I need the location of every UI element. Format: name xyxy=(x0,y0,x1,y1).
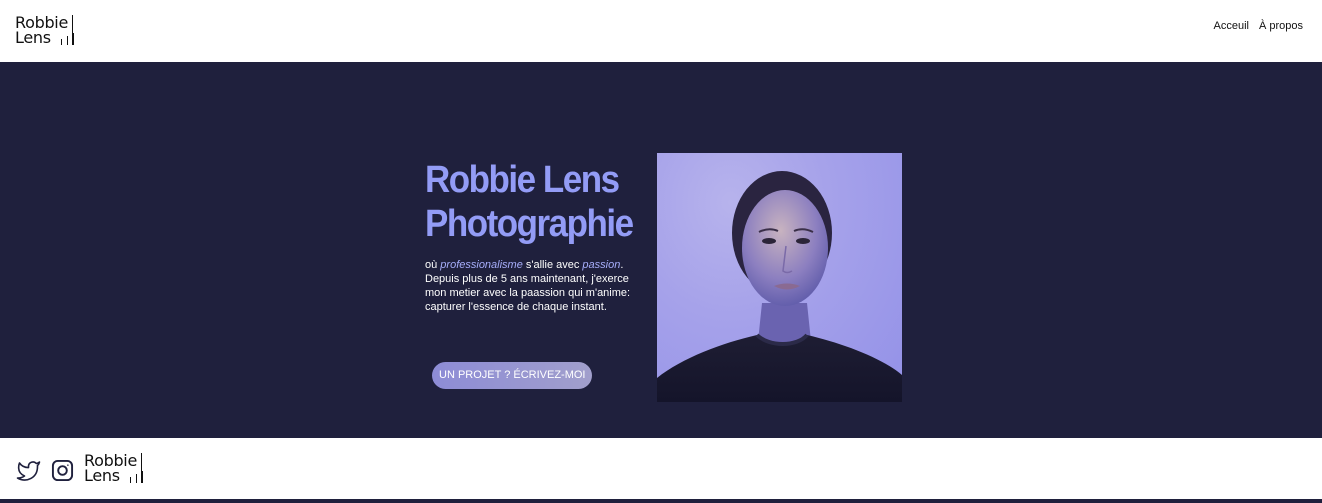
hero-description: où professionalisme s'allie avec passion… xyxy=(425,258,640,314)
hero-title-line-1: Robbie Lens xyxy=(425,159,620,201)
hero-title-line-2: Photographie xyxy=(425,203,634,245)
footer-logo[interactable]: Robbie Lens xyxy=(84,453,146,485)
footer-logo-divider xyxy=(141,453,142,483)
main-nav: Acceuil À propos xyxy=(1214,20,1304,32)
desc-prefix: où xyxy=(425,259,441,271)
site-footer: Robbie Lens xyxy=(0,438,1322,499)
site-header: Robbie Lens Acceuil À propos xyxy=(0,0,1322,62)
hero-section: Robbie Lens Photographie où professional… xyxy=(0,62,1322,438)
portrait-illustration xyxy=(657,171,902,402)
twitter-icon[interactable] xyxy=(15,459,42,483)
instagram-icon[interactable] xyxy=(51,459,74,482)
nav-link-acceuil[interactable]: Acceuil xyxy=(1214,20,1249,32)
nav-link-a-propos[interactable]: À propos xyxy=(1259,20,1303,32)
hero-title: Robbie Lens Photographie xyxy=(425,158,637,246)
contact-cta-button[interactable]: UN PROJET ? ÉCRIVEZ-MOI xyxy=(432,362,593,389)
bottom-border xyxy=(0,499,1322,503)
desc-emphasis-passion: passion xyxy=(582,259,621,271)
logo-divider xyxy=(72,15,73,45)
desc-emphasis-professionalisme: professionalisme xyxy=(440,259,523,271)
portrait-photo xyxy=(657,153,902,402)
desc-mid: s'allie avec xyxy=(522,259,583,271)
header-logo[interactable]: Robbie Lens xyxy=(15,15,77,47)
